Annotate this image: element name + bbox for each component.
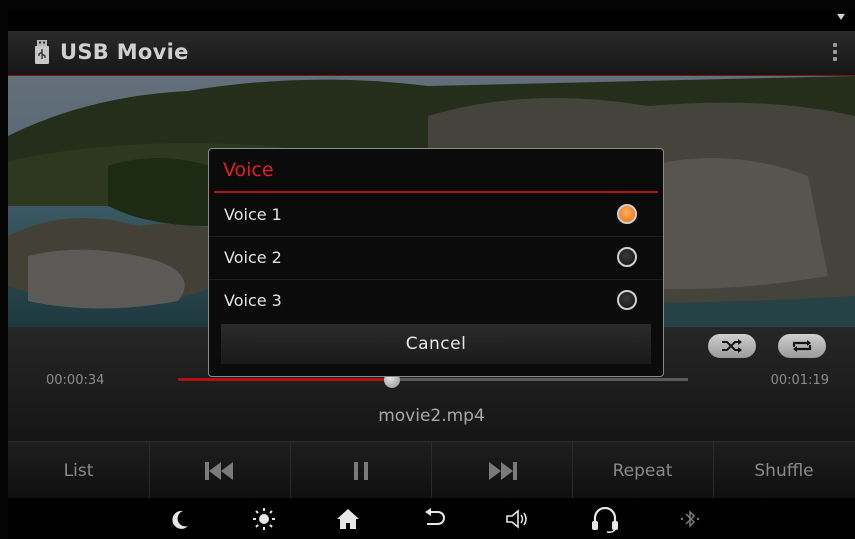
pause-icon	[353, 461, 368, 480]
home-icon	[337, 509, 359, 529]
shuffle-label: Shuffle	[754, 460, 814, 481]
voice-option-2[interactable]: Voice 2	[209, 237, 663, 280]
system-bar	[8, 498, 855, 539]
next-track-icon	[488, 461, 517, 480]
more-options-icon[interactable]	[831, 43, 839, 65]
headset-icon	[592, 507, 618, 533]
status-bar	[8, 9, 855, 31]
back-icon	[425, 508, 445, 525]
radio-button[interactable]	[617, 204, 637, 224]
headset-button[interactable]	[590, 507, 618, 533]
next-button[interactable]	[431, 442, 573, 499]
screen: USB Movie 00:00:34 00:01:19 movie2.mp4 L…	[8, 9, 855, 539]
night-mode-button[interactable]	[168, 507, 194, 531]
volume-icon	[506, 509, 527, 529]
voice-dialog: Voice Voice 1 Voice 2 Voice 3 Cancel	[208, 148, 664, 377]
voice-option-label: Voice 3	[224, 291, 282, 310]
usb-icon	[35, 40, 49, 64]
night-mode-icon	[172, 510, 188, 529]
prev-track-icon	[204, 461, 233, 480]
brightness-icon	[253, 508, 275, 530]
repeat-button[interactable]: Repeat	[572, 442, 714, 499]
voice-option-label: Voice 2	[224, 248, 282, 267]
page-title: USB Movie	[60, 40, 189, 64]
dialog-divider	[214, 191, 658, 193]
pause-button[interactable]	[290, 442, 432, 499]
radio-button[interactable]	[617, 247, 637, 267]
previous-button[interactable]	[149, 442, 291, 499]
brightness-button[interactable]	[251, 507, 277, 531]
repeat-label: Repeat	[612, 460, 673, 481]
total-time: 00:01:19	[770, 373, 829, 388]
home-button[interactable]	[335, 507, 361, 531]
elapsed-time: 00:00:34	[46, 373, 105, 388]
repeat-icon	[792, 340, 812, 352]
progress-bar[interactable]	[178, 372, 688, 388]
bluetooth-button[interactable]	[677, 507, 703, 531]
app-header: USB Movie	[8, 31, 855, 76]
progress-fill	[178, 378, 393, 381]
repeat-toggle[interactable]	[778, 334, 826, 358]
shuffle-toggle[interactable]	[708, 334, 756, 358]
list-button[interactable]: List	[8, 442, 150, 499]
dialog-title: Voice	[223, 159, 274, 181]
list-label: List	[63, 460, 94, 481]
function-bar: List Repeat Shuffle	[8, 441, 855, 499]
voice-option-3[interactable]: Voice 3	[209, 280, 663, 322]
file-name: movie2.mp4	[378, 406, 485, 426]
volume-button[interactable]	[504, 507, 530, 531]
shuffle-button[interactable]: Shuffle	[713, 442, 855, 499]
notification-arrow-icon[interactable]	[837, 14, 845, 20]
shuffle-icon	[722, 339, 742, 353]
radio-button[interactable]	[617, 290, 637, 310]
bluetooth-icon	[680, 510, 700, 528]
cancel-button[interactable]: Cancel	[221, 324, 651, 364]
voice-option-1[interactable]: Voice 1	[209, 194, 663, 237]
voice-option-label: Voice 1	[224, 205, 282, 224]
back-button[interactable]	[421, 507, 447, 531]
